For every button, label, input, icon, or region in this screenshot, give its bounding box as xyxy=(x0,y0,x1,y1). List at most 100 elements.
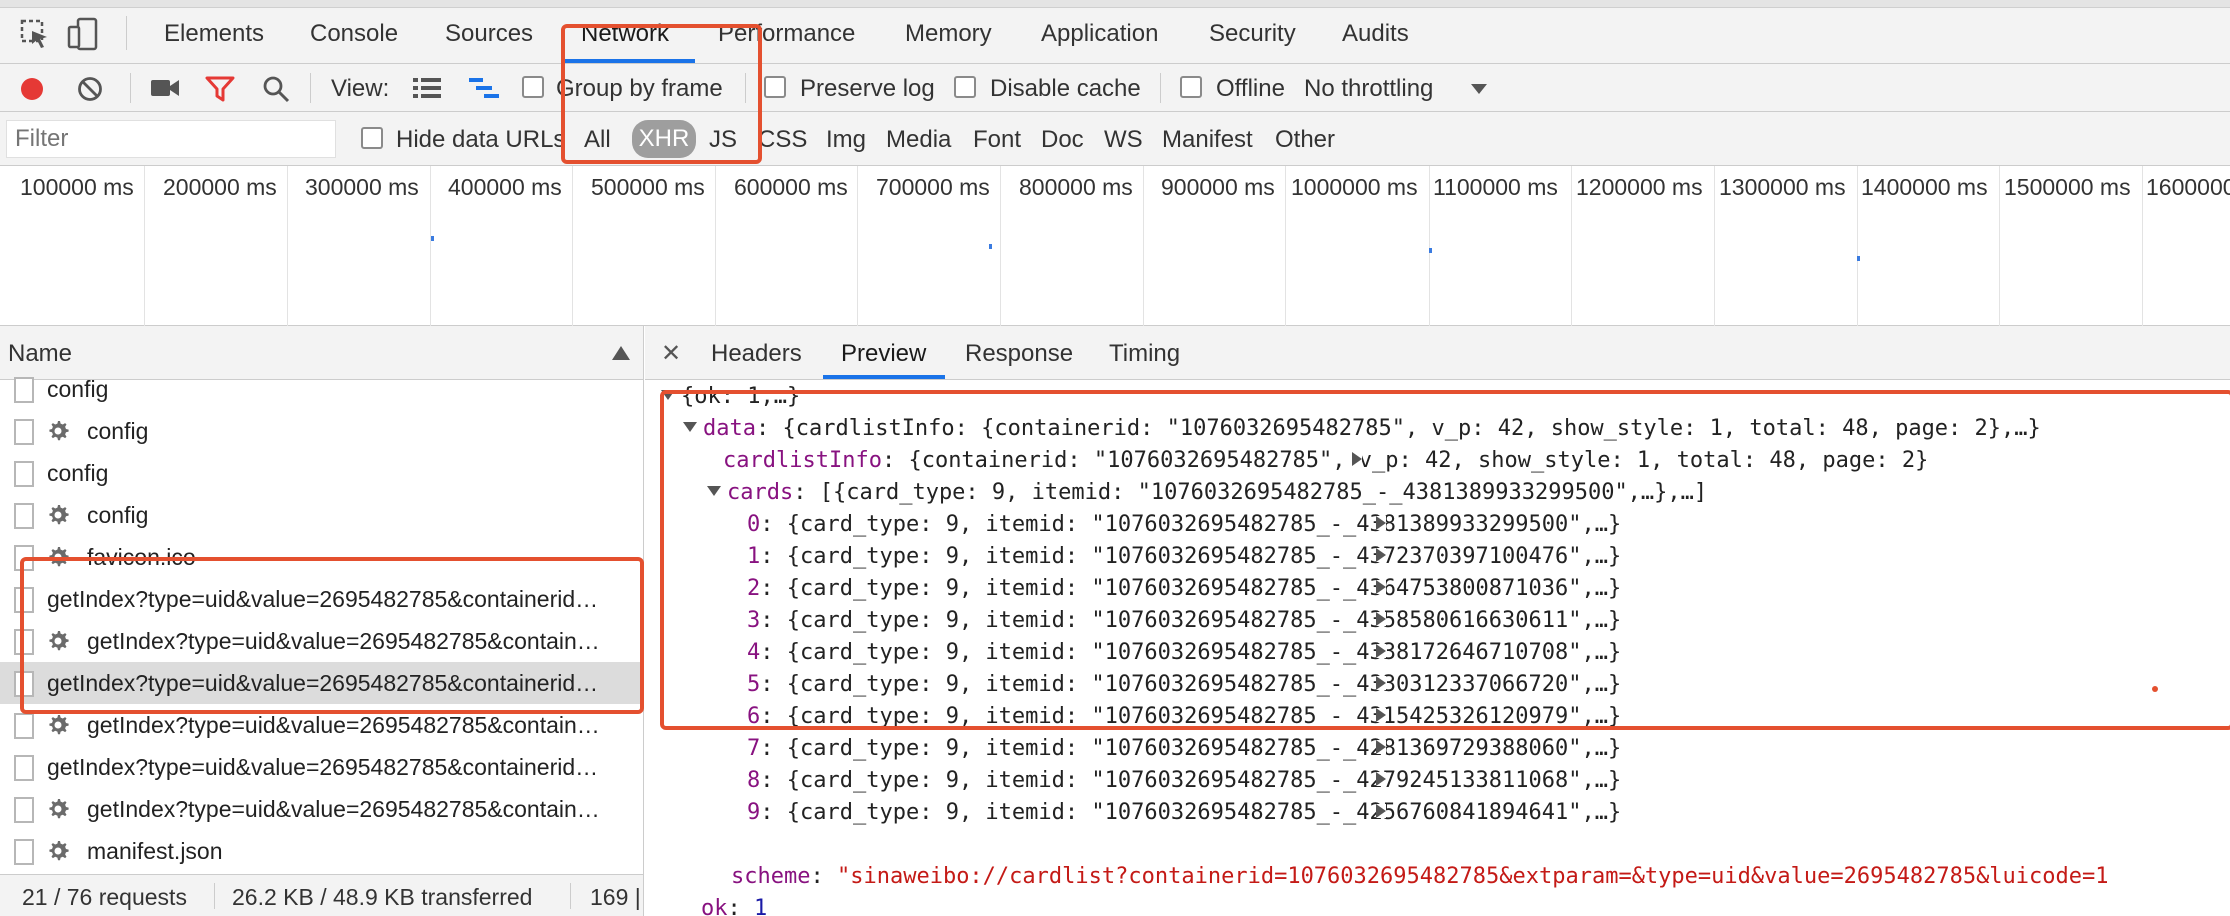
filter-type-css[interactable]: CSS xyxy=(758,126,807,154)
timeline-gridline xyxy=(715,166,716,326)
large-rows-icon[interactable] xyxy=(412,76,442,100)
json-card-item[interactable]: 9: {card_type: 9, itemid: "1076032695482… xyxy=(731,800,1621,825)
expand-triangle-icon[interactable] xyxy=(1376,804,1386,818)
request-row[interactable]: getIndex?type=uid&value=2695482785&conta… xyxy=(0,578,643,620)
json-card-type: 9 xyxy=(945,736,959,761)
collapse-triangle-icon[interactable] xyxy=(661,390,675,400)
detail-tab-timing[interactable]: Timing xyxy=(1109,340,1180,368)
timeline-tick-label: 300000 ms xyxy=(305,174,419,200)
gear-icon xyxy=(49,841,69,861)
expand-triangle-icon[interactable] xyxy=(1352,452,1362,466)
json-card-item[interactable]: 4: {card_type: 9, itemid: "1076032695482… xyxy=(731,640,1621,665)
collapse-triangle-icon[interactable] xyxy=(683,422,697,432)
record-icon[interactable] xyxy=(18,75,46,103)
offline-checkbox[interactable] xyxy=(1180,76,1202,98)
request-row[interactable]: getIndex?type=uid&value=2695482785&conta… xyxy=(0,704,643,746)
json-card-item[interactable]: 8: {card_type: 9, itemid: "1076032695482… xyxy=(731,768,1621,793)
expand-triangle-icon[interactable] xyxy=(1376,676,1386,690)
json-card-item[interactable]: 5: {card_type: 9, itemid: "1076032695482… xyxy=(731,672,1621,697)
json-cardlistinfo-node[interactable]: cardlistInfo: {containerid: "10760326954… xyxy=(707,448,1928,473)
expand-triangle-icon[interactable] xyxy=(1376,548,1386,562)
expand-triangle-icon[interactable] xyxy=(1376,516,1386,530)
tab-console[interactable]: Console xyxy=(310,20,398,48)
video-camera-icon[interactable] xyxy=(150,77,180,99)
filter-type-media[interactable]: Media xyxy=(886,126,951,154)
filter-type-xhr[interactable]: XHR xyxy=(632,120,696,158)
json-card-item[interactable]: 2: {card_type: 9, itemid: "1076032695482… xyxy=(731,576,1621,601)
request-row[interactable]: config xyxy=(0,452,643,494)
filter-type-font[interactable]: Font xyxy=(973,126,1021,154)
clear-icon[interactable] xyxy=(76,75,104,103)
json-card-item[interactable]: 3: {card_type: 9, itemid: "1076032695482… xyxy=(731,608,1621,633)
hide-data-urls-checkbox[interactable] xyxy=(361,127,383,149)
group-by-frame-checkbox[interactable] xyxy=(522,76,544,98)
device-toolbar-icon[interactable] xyxy=(66,17,100,51)
json-key: scheme xyxy=(731,864,811,889)
inspect-element-icon[interactable] xyxy=(20,17,50,51)
filter-type-js[interactable]: JS xyxy=(709,126,737,154)
filter-type-all[interactable]: All xyxy=(584,126,611,154)
filter-type-other[interactable]: Other xyxy=(1275,126,1335,154)
tab-network[interactable]: Network xyxy=(581,20,669,48)
group-by-frame-label: Group by frame xyxy=(556,75,723,102)
throttling-select[interactable]: No throttling xyxy=(1304,75,1433,103)
waterfall-overview-icon[interactable] xyxy=(468,76,500,100)
request-row[interactable]: config xyxy=(0,368,643,410)
network-overview-timeline[interactable]: 100000 ms 200000 ms 300000 ms 400000 ms … xyxy=(0,166,2230,326)
tab-elements[interactable]: Elements xyxy=(164,20,264,48)
expand-triangle-icon[interactable] xyxy=(1376,772,1386,786)
request-name: getIndex?type=uid&value=2695482785&conta… xyxy=(47,586,599,612)
preserve-log-checkbox[interactable] xyxy=(764,76,786,98)
json-card-item[interactable]: 6: {card_type: 9, itemid: "1076032695482… xyxy=(731,704,1621,729)
json-root-node[interactable]: {ok: 1,…} xyxy=(661,384,800,409)
json-card-type: 9 xyxy=(945,512,959,537)
filter-funnel-icon[interactable] xyxy=(205,76,235,102)
json-data-node[interactable]: data: {cardlistInfo: {containerid: "1076… xyxy=(683,416,2041,441)
json-number-value: 1 xyxy=(754,896,768,916)
request-row[interactable]: manifest.json xyxy=(0,830,643,872)
request-row[interactable]: config xyxy=(0,494,643,536)
close-icon[interactable]: ✕ xyxy=(661,339,681,368)
request-row[interactable]: config xyxy=(0,410,643,452)
expand-triangle-icon[interactable] xyxy=(1376,740,1386,754)
tab-audits[interactable]: Audits xyxy=(1342,20,1409,48)
json-cards-node[interactable]: cards: [{card_type: 9, itemid: "10760326… xyxy=(707,480,1707,505)
filter-type-ws[interactable]: WS xyxy=(1104,126,1143,154)
tab-sources[interactable]: Sources xyxy=(445,20,533,48)
request-row[interactable]: getIndex?type=uid&value=2695482785&conta… xyxy=(0,788,643,830)
json-ok-node: ok: 1 xyxy=(701,896,767,916)
detail-tab-response[interactable]: Response xyxy=(965,340,1073,368)
expand-triangle-icon[interactable] xyxy=(1376,580,1386,594)
expand-triangle-icon[interactable] xyxy=(1376,708,1386,722)
detail-tab-preview[interactable]: Preview xyxy=(841,340,926,368)
filter-type-img[interactable]: Img xyxy=(826,126,866,154)
tab-security[interactable]: Security xyxy=(1209,20,1296,48)
request-detail-panel: ✕ Headers Preview Response Timing {ok: 1… xyxy=(645,326,2230,916)
filter-input[interactable] xyxy=(6,120,336,158)
sort-ascending-icon[interactable] xyxy=(612,346,630,360)
request-row[interactable]: getIndex?type=uid&value=2695482785&conta… xyxy=(0,620,643,662)
dropdown-arrow-icon[interactable] xyxy=(1470,83,1488,95)
timeline-tick-label: 500000 ms xyxy=(591,174,705,200)
request-name: getIndex?type=uid&value=2695482785&conta… xyxy=(47,670,599,696)
collapse-triangle-icon[interactable] xyxy=(707,486,721,496)
request-row[interactable]: getIndex?type=uid&value=2695482785&conta… xyxy=(0,662,643,704)
tab-application[interactable]: Application xyxy=(1041,20,1158,48)
filter-type-doc[interactable]: Doc xyxy=(1041,126,1084,154)
disable-cache-checkbox[interactable] xyxy=(954,76,976,98)
filter-type-manifest[interactable]: Manifest xyxy=(1162,126,1253,154)
expand-triangle-icon[interactable] xyxy=(1376,612,1386,626)
json-card-item[interactable]: 7: {card_type: 9, itemid: "1076032695482… xyxy=(731,736,1621,761)
request-row[interactable]: favicon.ico xyxy=(0,536,643,578)
tab-memory[interactable]: Memory xyxy=(905,20,992,48)
json-card-item[interactable]: 1: {card_type: 9, itemid: "1076032695482… xyxy=(731,544,1621,569)
json-card-item[interactable]: 0: {card_type: 9, itemid: "1076032695482… xyxy=(731,512,1621,537)
detail-tab-headers[interactable]: Headers xyxy=(711,340,802,368)
name-column-header[interactable]: Name xyxy=(8,340,72,368)
expand-triangle-icon[interactable] xyxy=(1376,644,1386,658)
timeline-request-marker xyxy=(1857,256,1860,261)
timeline-gridline xyxy=(287,166,288,326)
tab-performance[interactable]: Performance xyxy=(718,20,855,48)
search-icon[interactable] xyxy=(262,75,290,103)
request-row[interactable]: getIndex?type=uid&value=2695482785&conta… xyxy=(0,746,643,788)
